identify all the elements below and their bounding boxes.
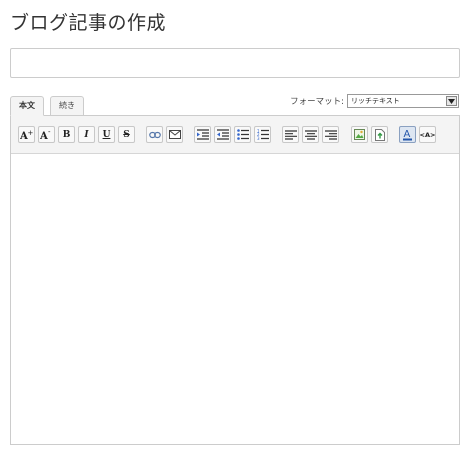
tab-body[interactable]: 本文 (10, 96, 44, 116)
format-selected-value: リッチテキスト (351, 97, 400, 105)
svg-text:3: 3 (257, 136, 260, 140)
align-left-icon[interactable] (282, 126, 299, 143)
entry-title-input[interactable] (10, 48, 460, 78)
page-title: ブログ記事の作成 (10, 12, 167, 34)
align-right-icon[interactable] (322, 126, 339, 143)
bullet-list-icon[interactable] (234, 126, 251, 143)
svg-text:-: - (48, 129, 51, 136)
svg-text:+: + (28, 129, 34, 137)
indent-icon[interactable] (194, 126, 211, 143)
html-source-icon[interactable]: <A> (419, 126, 436, 143)
align-center-icon[interactable] (302, 126, 319, 143)
italic-icon[interactable]: I (78, 126, 95, 143)
numbered-list-icon[interactable]: 123 (254, 126, 271, 143)
format-label: フォーマット: (290, 97, 344, 107)
font-size-increase-icon[interactable]: A + (18, 126, 35, 143)
rich-text-editor: A + A- B I U S 123 A <A> (10, 115, 460, 445)
text-color-icon[interactable]: A (399, 126, 416, 143)
editor-tabs: 本文 続き (10, 96, 84, 116)
insert-image-icon[interactable] (351, 126, 368, 143)
format-row: フォーマット: リッチテキスト (290, 94, 459, 108)
underline-icon[interactable]: U (98, 126, 115, 143)
upload-file-icon[interactable] (371, 126, 388, 143)
tab-continued[interactable]: 続き (50, 96, 84, 115)
editor-toolbar: A + A- B I U S 123 A <A> (11, 116, 459, 154)
chevron-down-icon[interactable] (446, 96, 457, 106)
format-select[interactable]: リッチテキスト (347, 94, 459, 108)
strikethrough-icon[interactable]: S (118, 126, 135, 143)
bold-icon[interactable]: B (58, 126, 75, 143)
link-icon[interactable] (146, 126, 163, 143)
editor-body[interactable] (11, 154, 459, 444)
font-size-decrease-icon[interactable]: A- (38, 126, 55, 143)
svg-text:A: A (404, 129, 411, 140)
outdent-icon[interactable] (214, 126, 231, 143)
svg-text:A: A (40, 131, 48, 140)
email-icon[interactable] (166, 126, 183, 143)
